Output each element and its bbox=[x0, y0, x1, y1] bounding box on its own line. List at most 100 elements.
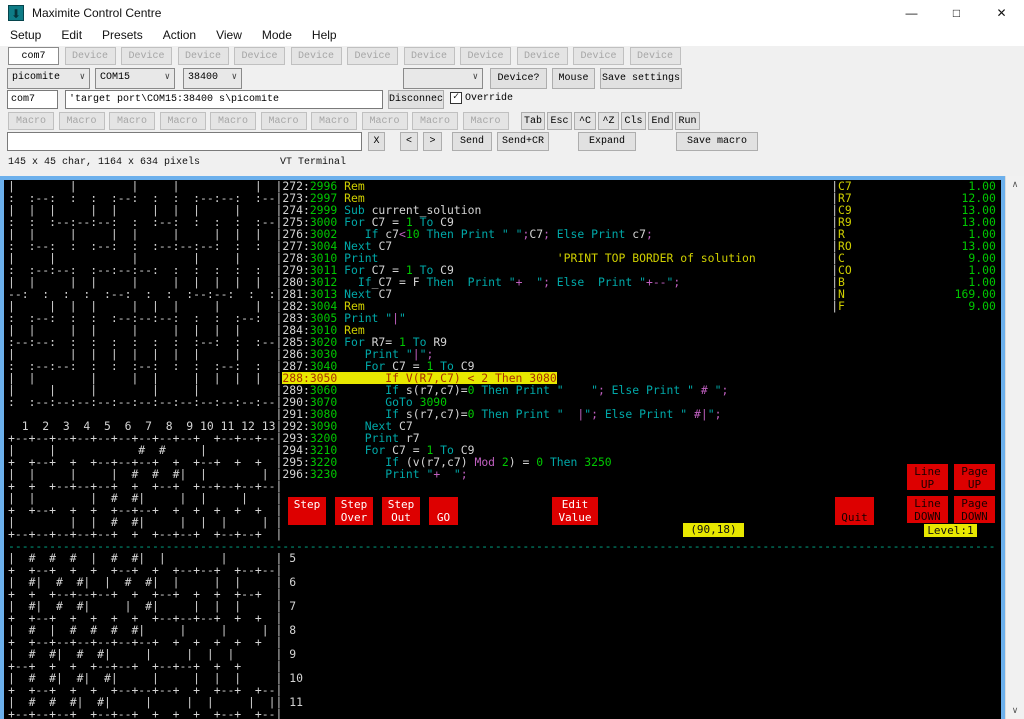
send-button--[interactable]: > bbox=[423, 132, 442, 151]
chevron-down-icon: ∨ bbox=[473, 72, 478, 82]
override-checkbox[interactable]: ✓ bbox=[450, 92, 462, 104]
terminal-text: Then bbox=[426, 228, 453, 240]
step-over-button[interactable]: Step Over bbox=[335, 497, 373, 525]
line-down-button[interactable]: Line DOWN bbox=[907, 496, 948, 523]
macro-button[interactable]: Macro bbox=[362, 112, 408, 130]
baud-combo[interactable]: 38400∨ bbox=[183, 68, 242, 89]
device-tab[interactable]: Device bbox=[460, 47, 511, 65]
edit-value-button[interactable]: Edit Value bbox=[552, 497, 598, 525]
device-query-button[interactable]: Device? bbox=[490, 68, 547, 89]
device-type-combo[interactable]: picomite∨ bbox=[7, 68, 90, 89]
device-tab[interactable]: Device bbox=[291, 47, 342, 65]
terminal-text: 3250 bbox=[584, 456, 611, 468]
mouse-button[interactable]: Mouse bbox=[552, 68, 595, 89]
step-button[interactable]: Step bbox=[288, 497, 326, 525]
terminal-text: " bbox=[639, 276, 646, 288]
terminal-text: Else bbox=[612, 384, 639, 396]
send-button--[interactable]: < bbox=[400, 132, 418, 151]
device-tab[interactable]: Device bbox=[404, 47, 455, 65]
macro-button[interactable]: Macro bbox=[109, 112, 155, 130]
menu-item-setup[interactable]: Setup bbox=[0, 26, 51, 46]
go-button[interactable]: GO bbox=[429, 497, 458, 525]
key-button-cls[interactable]: Cls bbox=[621, 112, 646, 130]
terminal-text: Print bbox=[468, 276, 502, 288]
disconnect-button[interactable]: Disconnect bbox=[388, 90, 444, 109]
device-tab[interactable]: Device bbox=[347, 47, 398, 65]
terminal-text: 10 bbox=[289, 672, 303, 684]
vt-terminal[interactable]: | | | | | |272:2996Rem|C71.00: :--: : : … bbox=[4, 180, 1001, 719]
send-button-save-macro[interactable]: Save macro bbox=[676, 132, 758, 151]
device-tab[interactable]: Device bbox=[65, 47, 116, 65]
menu-item-mode[interactable]: Mode bbox=[252, 26, 302, 46]
terminal-text: " " bbox=[557, 384, 598, 396]
port-combo[interactable]: COM15∨ bbox=[95, 68, 175, 89]
page-up-button[interactable]: Page UP bbox=[954, 464, 995, 490]
scroll-up-icon[interactable]: ∧ bbox=[1006, 176, 1024, 193]
extra-combo[interactable]: ∨ bbox=[403, 68, 483, 89]
macro-button[interactable]: Macro bbox=[261, 112, 307, 130]
menu-item-help[interactable]: Help bbox=[302, 26, 347, 46]
device-tab[interactable]: Device bbox=[121, 47, 172, 65]
macro-button[interactable]: Macro bbox=[463, 112, 509, 130]
terminal-scrollbar[interactable]: ∧ ∨ bbox=[1005, 176, 1024, 719]
key-button-ctrl-c[interactable]: ^C bbox=[574, 112, 596, 130]
key-button-end[interactable]: End bbox=[648, 112, 673, 130]
terminal-text: ; bbox=[523, 228, 530, 240]
target-port-input[interactable] bbox=[65, 90, 383, 109]
scroll-down-icon[interactable]: ∨ bbox=[1006, 702, 1024, 719]
line-up-button[interactable]: Line UP bbox=[907, 464, 948, 490]
device-tab[interactable]: Device bbox=[573, 47, 624, 65]
terminal-text: 6 bbox=[289, 576, 296, 588]
terminal-text: " bbox=[708, 384, 722, 396]
terminal-text: R9 bbox=[433, 336, 447, 348]
macro-text-input[interactable] bbox=[7, 132, 362, 151]
maximize-button[interactable]: □ bbox=[934, 0, 979, 26]
send-button-x[interactable]: X bbox=[368, 132, 385, 151]
terminal-text: " bbox=[440, 468, 461, 480]
terminal-text: " bbox=[509, 276, 516, 288]
terminal-text: + bbox=[433, 468, 440, 480]
menu-item-action[interactable]: Action bbox=[153, 26, 206, 46]
send-button-send-cr[interactable]: Send+CR bbox=[497, 132, 549, 151]
close-button[interactable]: ✕ bbox=[979, 0, 1024, 26]
terminal-text: " bbox=[584, 408, 591, 420]
terminal-text: For bbox=[344, 336, 365, 348]
maximite-control-centre-window: { "window": { "title": "Maximite Control… bbox=[0, 0, 1024, 719]
macro-button[interactable]: Macro bbox=[412, 112, 458, 130]
device-tab[interactable]: Device bbox=[178, 47, 229, 65]
terminal-text: " bbox=[399, 312, 406, 324]
key-button-tab[interactable]: Tab bbox=[521, 112, 545, 130]
save-settings-button[interactable]: Save settings bbox=[600, 68, 682, 89]
send-button-send[interactable]: Send bbox=[452, 132, 492, 151]
menu-bar: SetupEditPresetsActionViewModeHelp bbox=[0, 26, 1024, 46]
terminal-text: C7 bbox=[378, 240, 392, 252]
macro-button[interactable]: Macro bbox=[160, 112, 206, 130]
macro-button[interactable]: Macro bbox=[59, 112, 105, 130]
menu-item-edit[interactable]: Edit bbox=[51, 26, 92, 46]
device-tab[interactable]: Device bbox=[517, 47, 568, 65]
page-down-button[interactable]: Page DOWN bbox=[954, 496, 995, 523]
session-tab-active[interactable]: com7 bbox=[8, 47, 59, 65]
send-button-expand[interactable]: Expand bbox=[578, 132, 636, 151]
session-name-input[interactable] bbox=[7, 90, 58, 109]
terminal-text: Print bbox=[646, 384, 680, 396]
terminal-text: #| bbox=[694, 408, 708, 420]
app-icon: ⬇ bbox=[8, 5, 24, 21]
quit-button[interactable]: Quit bbox=[835, 497, 874, 525]
key-button-esc[interactable]: Esc bbox=[547, 112, 572, 130]
macro-button[interactable]: Macro bbox=[210, 112, 256, 130]
terminal-text: # bbox=[701, 384, 708, 396]
macro-button[interactable]: Macro bbox=[311, 112, 357, 130]
device-tab[interactable]: Device bbox=[630, 47, 681, 65]
minimize-button[interactable]: — bbox=[889, 0, 934, 26]
key-button-ctrl-z[interactable]: ^Z bbox=[598, 112, 619, 130]
menu-item-presets[interactable]: Presets bbox=[92, 26, 153, 46]
key-button-run[interactable]: Run bbox=[675, 112, 700, 130]
step-out-button[interactable]: Step Out bbox=[382, 497, 420, 525]
terminal-text: Print bbox=[598, 276, 632, 288]
terminal-text: Mod bbox=[474, 456, 495, 468]
macro-button[interactable]: Macro bbox=[8, 112, 54, 130]
terminal-text: 9.00 bbox=[968, 300, 995, 312]
menu-item-view[interactable]: View bbox=[206, 26, 252, 46]
device-tab[interactable]: Device bbox=[234, 47, 285, 65]
